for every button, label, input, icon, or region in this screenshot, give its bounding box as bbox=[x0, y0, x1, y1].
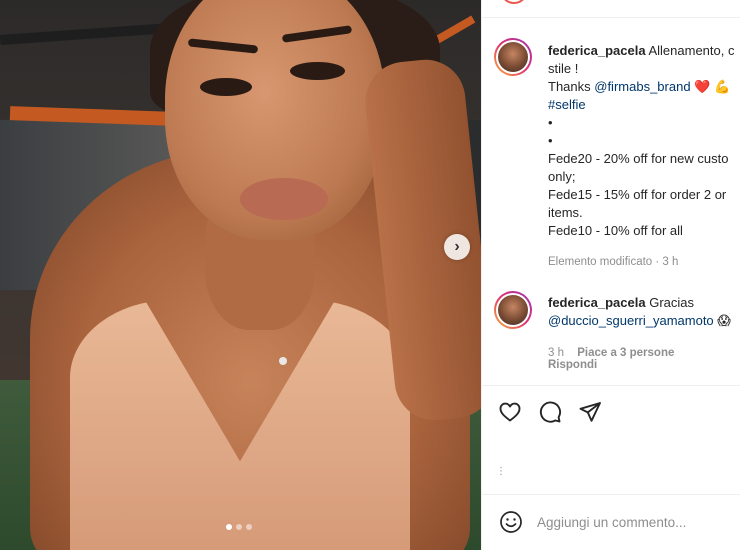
header-avatar[interactable] bbox=[500, 0, 528, 4]
caption-promo-line: only; bbox=[548, 169, 576, 184]
caption: federica_pacela Allenamento, c stile ! T… bbox=[548, 42, 740, 240]
share-icon[interactable] bbox=[578, 400, 602, 424]
post-actions: ⋮ bbox=[482, 385, 740, 495]
emoji: 😱 bbox=[717, 313, 731, 328]
comment-likes[interactable]: Piace a 3 persone bbox=[577, 347, 674, 359]
caption-meta: Elemento modificato · 3 h bbox=[548, 256, 679, 268]
heart-icon[interactable] bbox=[498, 400, 522, 424]
caption-bullet: • bbox=[548, 133, 553, 148]
emoji: ❤️ 💪 bbox=[694, 79, 731, 94]
chevron-right-icon: › bbox=[454, 238, 460, 255]
mention-link[interactable]: @firmabs_brand bbox=[594, 79, 690, 94]
carousel-dot bbox=[226, 524, 232, 530]
reply-button[interactable]: Rispondi bbox=[548, 359, 597, 371]
mention-link[interactable]: @duccio_sguerri_yamamoto bbox=[548, 313, 714, 328]
hashtag-link[interactable]: #selfie bbox=[548, 97, 586, 112]
likes-placeholder: ⋮ bbox=[496, 466, 506, 477]
comments-panel: federica_pacela Allenamento, c stile ! T… bbox=[481, 0, 740, 550]
avatar[interactable] bbox=[494, 38, 532, 76]
caption-promo-line: Fede10 - 10% off for all bbox=[548, 223, 683, 238]
post-header bbox=[482, 0, 740, 18]
caption-text-line1: Allenamento, c bbox=[648, 43, 735, 58]
caption-promo-line: items. bbox=[548, 205, 583, 220]
caption-thanks: Thanks bbox=[548, 79, 595, 94]
carousel-dot bbox=[236, 524, 242, 530]
emoji-icon[interactable] bbox=[499, 510, 523, 534]
carousel-next-button[interactable]: › bbox=[444, 234, 470, 260]
caption-bullet: • bbox=[548, 115, 553, 130]
comment-input[interactable] bbox=[537, 511, 737, 533]
comment-text: Gracias bbox=[649, 295, 694, 310]
avatar[interactable] bbox=[494, 291, 532, 329]
comment: federica_pacela Gracias @duccio_sguerri_… bbox=[548, 294, 740, 330]
caption-username[interactable]: federica_pacela bbox=[548, 43, 646, 58]
comment-meta: 3 h Piace a 3 persone Rispondi bbox=[548, 347, 740, 371]
caption-text-line2: stile ! bbox=[548, 61, 579, 76]
add-comment-bar bbox=[482, 494, 740, 550]
comment-time[interactable]: 3 h bbox=[548, 347, 564, 359]
comment-icon[interactable] bbox=[538, 400, 562, 424]
comment-username[interactable]: federica_pacela bbox=[548, 295, 646, 310]
post-photo[interactable]: › bbox=[0, 0, 481, 550]
carousel-indicator bbox=[226, 524, 252, 530]
caption-promo-line: Fede20 - 20% off for new custo bbox=[548, 151, 729, 166]
carousel-dot bbox=[246, 524, 252, 530]
caption-promo-line: Fede15 - 15% off for order 2 or bbox=[548, 187, 727, 202]
